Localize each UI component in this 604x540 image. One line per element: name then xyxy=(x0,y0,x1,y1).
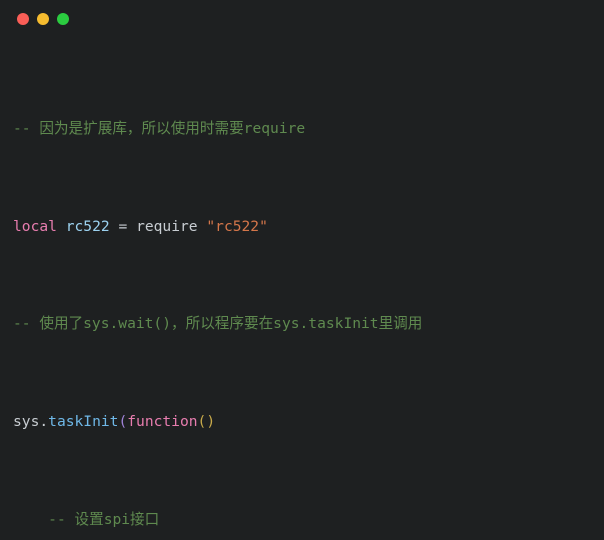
function-token: taskInit xyxy=(48,413,119,431)
comment-token: -- 因为是扩展库，所以使用时需要require xyxy=(13,120,306,138)
keyword-token: local xyxy=(13,217,57,235)
minimize-window-button[interactable] xyxy=(37,13,49,25)
code-line: -- 使用了sys.wait()，所以程序要在sys.taskInit里调用 xyxy=(13,312,604,336)
maximize-window-button[interactable] xyxy=(57,13,69,25)
code-window: -- 因为是扩展库，所以使用时需要require local rc522 = r… xyxy=(0,0,604,540)
comment-token: -- 使用了sys.wait()，所以程序要在sys.taskInit里调用 xyxy=(13,315,423,333)
code-line: sys.taskInit(function() xyxy=(13,410,604,434)
string-token: "rc522" xyxy=(206,217,268,235)
variable-token: rc522 xyxy=(65,217,110,235)
code-line: -- 设置spi接口 xyxy=(13,508,604,532)
comment-token: -- 设置spi接口 xyxy=(48,510,160,528)
keyword-token: function xyxy=(127,413,198,431)
code-line: local rc522 = require "rc522" xyxy=(13,215,604,239)
identifier-token: require xyxy=(136,217,198,235)
identifier-token: sys xyxy=(13,413,40,431)
window-titlebar[interactable] xyxy=(0,0,604,38)
dot-token: . xyxy=(39,413,49,431)
code-line: -- 因为是扩展库，所以使用时需要require xyxy=(13,117,604,141)
paren-token: ( xyxy=(118,413,128,431)
paren-token: ) xyxy=(206,413,216,431)
code-editor[interactable]: -- 因为是扩展库，所以使用时需要require local rc522 = r… xyxy=(0,38,604,540)
close-window-button[interactable] xyxy=(17,13,29,25)
operator-token: = xyxy=(118,217,128,235)
